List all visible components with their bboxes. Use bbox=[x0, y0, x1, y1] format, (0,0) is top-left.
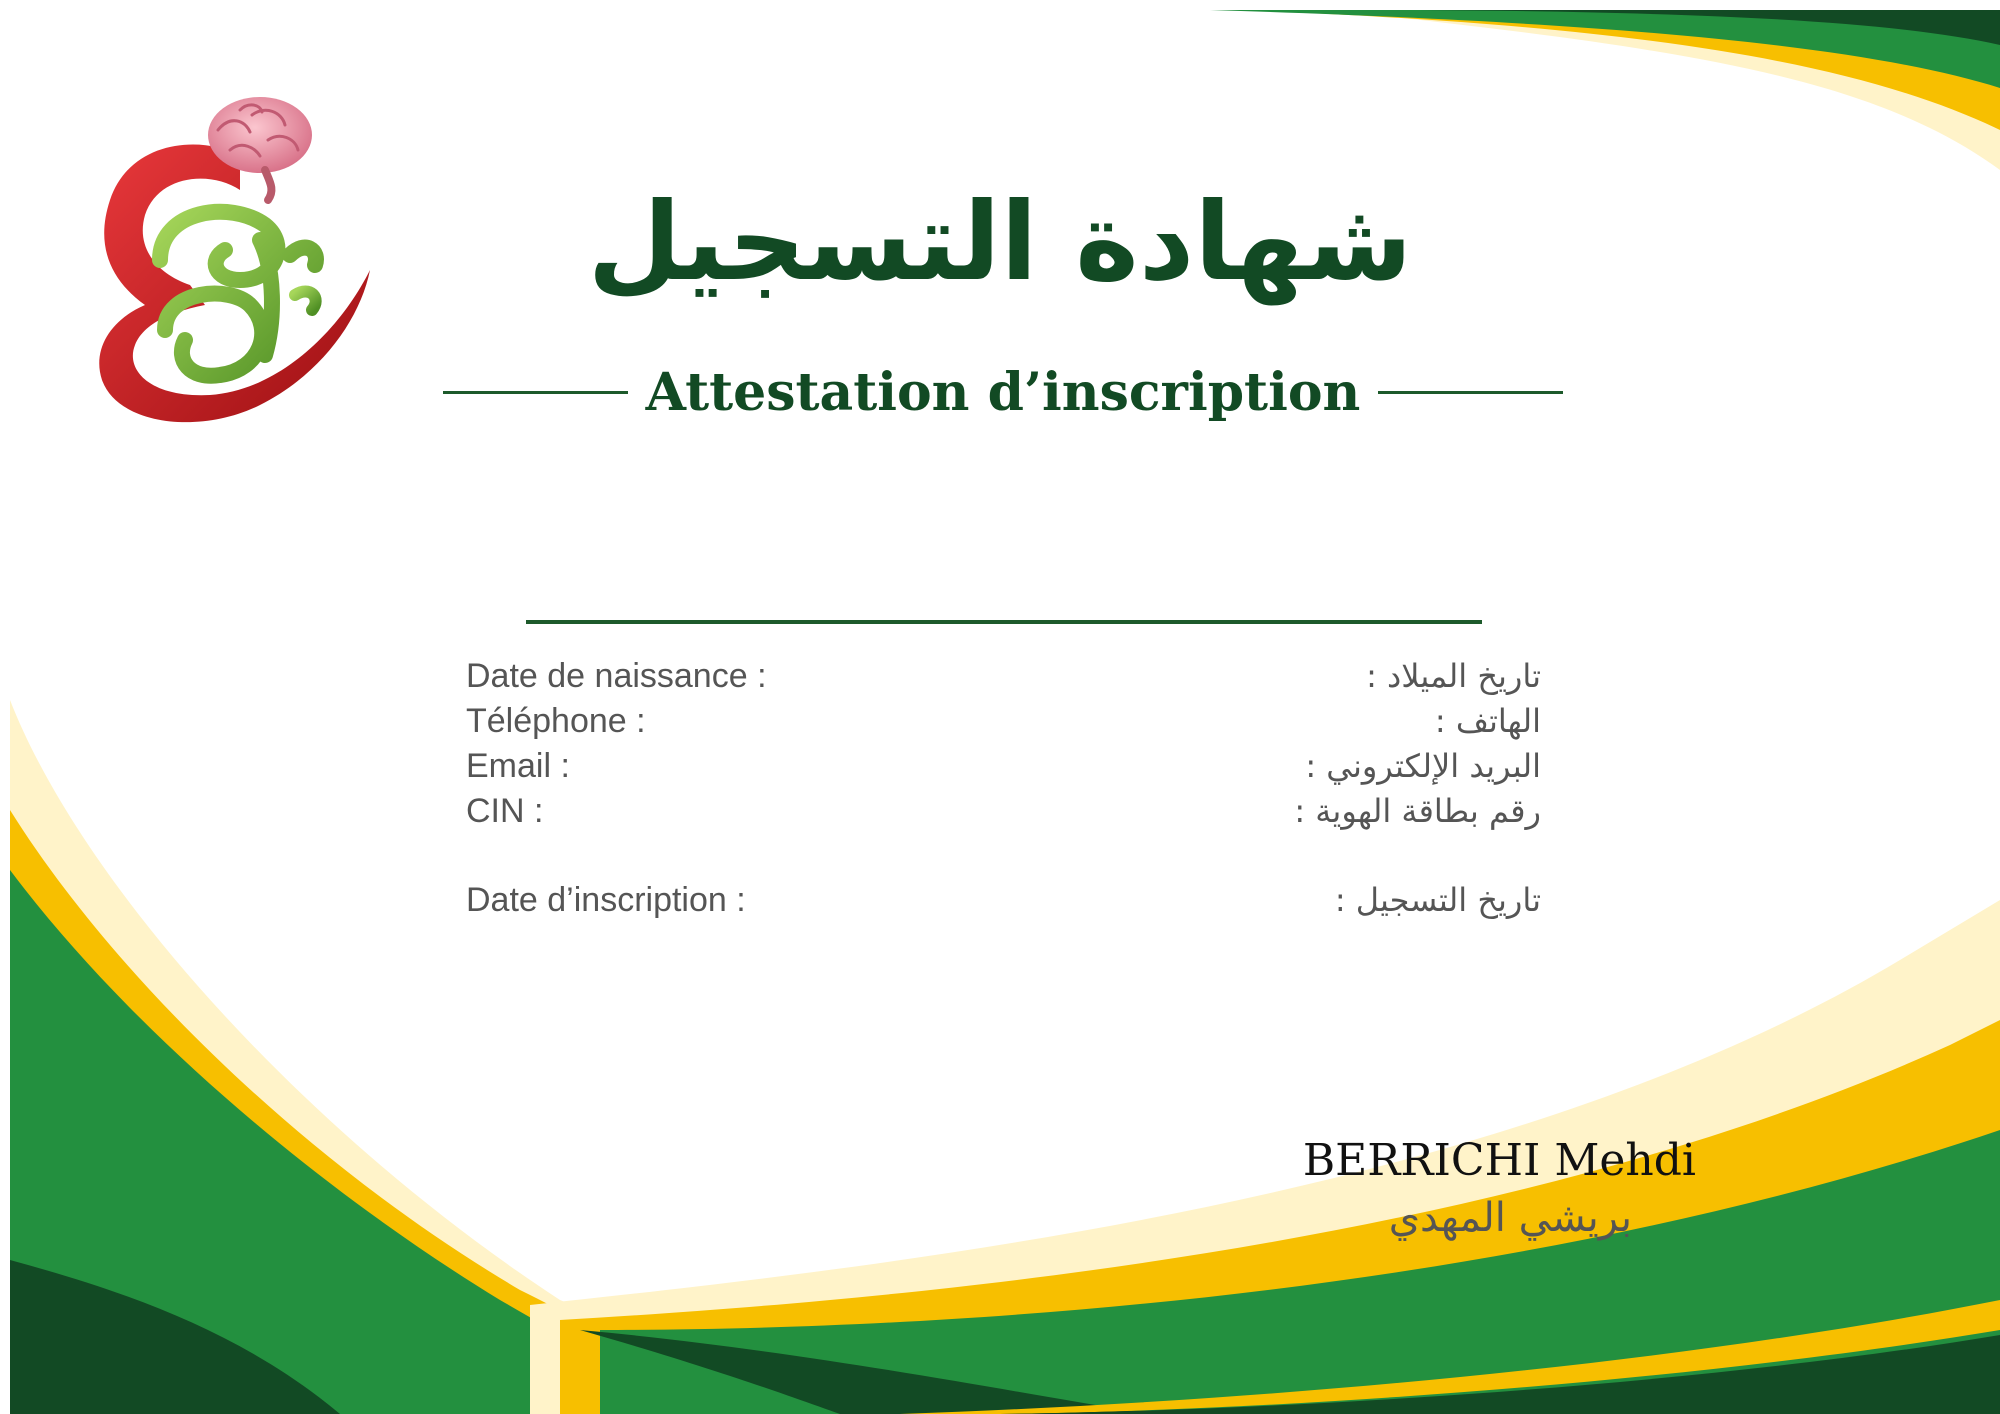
signatory-name-arabic: بريشي المهدي bbox=[1388, 1195, 1632, 1241]
certificate-page: شهادة التسجيل Attestation d’inscription … bbox=[0, 0, 2000, 1414]
birth-date-label-ar: تاريخ الميلاد : bbox=[1366, 657, 1541, 695]
birth-date-label-fr: Date de naissance : bbox=[466, 657, 767, 695]
cin-label-fr: CIN : bbox=[466, 792, 544, 830]
subtitle-left-rule bbox=[443, 390, 628, 394]
certificate-title-french: Attestation d’inscription bbox=[645, 361, 1361, 423]
phone-label-ar: الهاتف : bbox=[1434, 702, 1541, 740]
student-name-line bbox=[526, 620, 1482, 624]
email-label-fr: Email : bbox=[466, 747, 570, 785]
registration-date-label-fr: Date d’inscription : bbox=[466, 881, 746, 919]
signatory-name-french: BERRICHI Mehdi bbox=[1302, 1135, 1696, 1186]
phone-label-fr: Téléphone : bbox=[466, 702, 646, 740]
certificate-title-arabic: شهادة التسجيل bbox=[587, 180, 1413, 305]
subtitle-right-rule bbox=[1378, 390, 1563, 394]
certificate-subtitle-row: Attestation d’inscription bbox=[443, 357, 1563, 427]
registration-date-label-ar: تاريخ التسجيل : bbox=[1334, 881, 1541, 919]
email-label-ar: البريد الإلكتروني : bbox=[1305, 747, 1541, 785]
cin-label-ar: رقم بطاقة الهوية : bbox=[1294, 792, 1541, 830]
